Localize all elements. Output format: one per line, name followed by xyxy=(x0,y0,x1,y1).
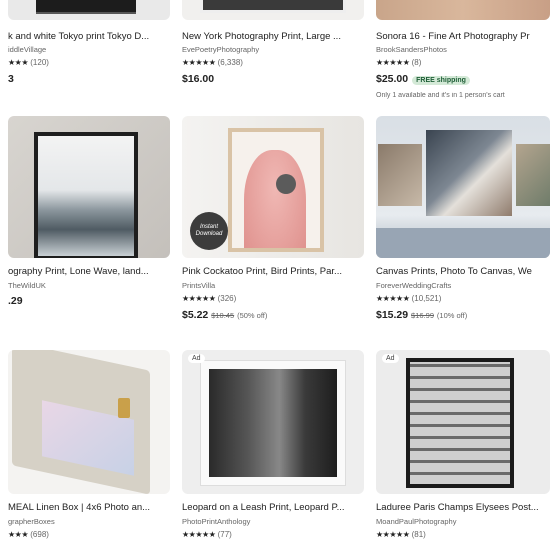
sofa xyxy=(376,228,550,258)
listing-image[interactable] xyxy=(8,0,170,20)
review-count: (8) xyxy=(411,58,422,67)
listing-image[interactable] xyxy=(182,350,364,494)
discount: (10% off) xyxy=(436,311,468,320)
original-price: $16.99 xyxy=(411,311,434,320)
bird-eye xyxy=(276,174,296,194)
review-count: (120) xyxy=(30,58,49,67)
review-count: (326) xyxy=(217,294,237,303)
rating: ★★★★★ (326) xyxy=(182,294,364,303)
discount: (50% off) xyxy=(237,311,268,320)
print-frame xyxy=(406,358,514,488)
sale-price: $5.22 xyxy=(182,309,209,321)
canvas-center xyxy=(426,130,512,216)
stars-icon: ★★★★★ xyxy=(182,294,216,303)
listing-image[interactable] xyxy=(376,116,550,258)
price: $5.22 $10.45 (50% off) xyxy=(182,309,364,321)
review-count: (10,521) xyxy=(411,294,442,303)
instant-download-sticker: Instant Download xyxy=(190,212,228,250)
ad-badge: Ad xyxy=(188,354,205,363)
usb-drive xyxy=(118,398,130,418)
listing-image[interactable] xyxy=(376,0,550,20)
ad-badge: Ad xyxy=(382,354,399,363)
shop-name[interactable]: TheWildUK xyxy=(8,281,170,290)
listing-title[interactable]: Leopard on a Leash Print, Leopard P... xyxy=(182,502,364,513)
listing-title[interactable]: ography Print, Lone Wave, land... xyxy=(8,266,172,277)
price: .29 xyxy=(8,295,23,307)
stars-icon: ★★★ xyxy=(8,58,29,67)
shop-name[interactable]: BrookSandersPhotos xyxy=(376,45,550,54)
free-shipping-badge: FREE shipping xyxy=(412,76,470,85)
review-count: (6,338) xyxy=(217,58,243,67)
listing-image[interactable] xyxy=(376,350,550,494)
stars-icon: ★★★★★ xyxy=(376,530,410,539)
rating: ★★★★★ (77) xyxy=(182,530,364,539)
stars-icon: ★★★★★ xyxy=(182,58,216,67)
listing-title[interactable]: k and white Tokyo print Tokyo D... xyxy=(8,31,172,42)
price-value: $25.00 xyxy=(376,73,409,85)
print-frame xyxy=(200,360,346,486)
shop-name[interactable]: ForeverWeddingCrafts xyxy=(376,281,550,290)
shop-name[interactable]: EvePoetryPhotography xyxy=(182,45,364,54)
rating: ★★★★★ (10,521) xyxy=(376,294,550,303)
shop-name[interactable]: MoandPaulPhotography xyxy=(376,517,550,526)
print-frame xyxy=(34,132,138,258)
listing-title[interactable]: MEAL Linen Box | 4x6 Photo an... xyxy=(8,502,172,513)
review-count: (698) xyxy=(30,530,49,539)
price: $25.00 FREE shipping xyxy=(376,73,550,85)
listing-title[interactable]: Sonora 16 - Fine Art Photography Pr xyxy=(376,31,550,42)
bird-body xyxy=(244,150,306,248)
stars-icon: ★★★★★ xyxy=(376,294,410,303)
rating: ★★★ (120) xyxy=(8,58,170,67)
stars-icon: ★★★★★ xyxy=(376,58,410,67)
availability-note: Only 1 available and it's in 1 person's … xyxy=(376,92,505,99)
rating: ★★★★★ (81) xyxy=(376,530,550,539)
stars-icon: ★★★ xyxy=(8,530,29,539)
price: 3 xyxy=(8,73,14,85)
sale-price: $15.29 xyxy=(376,309,409,321)
shop-name[interactable]: PhotoPrintAnthology xyxy=(182,517,364,526)
paris-building-photo xyxy=(410,362,510,484)
shop-name[interactable]: iddleVillage xyxy=(8,45,170,54)
listing-image[interactable] xyxy=(182,0,364,20)
rating: ★★★ (698) xyxy=(8,530,170,539)
canvas-left xyxy=(378,144,422,206)
listing-title[interactable]: Pink Cockatoo Print, Bird Prints, Par... xyxy=(182,266,364,277)
stars-icon: ★★★★★ xyxy=(182,530,216,539)
listing-image[interactable] xyxy=(8,116,170,258)
listing-title[interactable]: Canvas Prints, Photo To Canvas, We xyxy=(376,266,550,277)
price: $16.00 xyxy=(182,73,215,85)
listing-image[interactable] xyxy=(8,350,170,494)
review-count: (77) xyxy=(217,530,232,539)
print-frame xyxy=(228,128,324,252)
shop-name[interactable]: PrintsVilla xyxy=(182,281,364,290)
print-frame xyxy=(36,0,136,14)
listing-title[interactable]: Laduree Paris Champs Elysees Post... xyxy=(376,502,550,513)
review-count: (81) xyxy=(411,530,426,539)
rating: ★★★★★ (6,338) xyxy=(182,58,364,67)
listing-title[interactable]: New York Photography Print, Large ... xyxy=(182,31,364,42)
print-frame xyxy=(200,0,346,13)
shop-name[interactable]: grapherBoxes xyxy=(8,517,170,526)
rating: ★★★★★ (8) xyxy=(376,58,550,67)
listing-image[interactable]: Instant Download xyxy=(182,116,364,258)
wave-photo xyxy=(38,136,134,256)
price: $15.29 $16.99 (10% off) xyxy=(376,309,550,321)
original-price: $10.45 xyxy=(211,311,235,320)
cockatoo-photo xyxy=(232,132,320,248)
leopard-photo xyxy=(209,369,337,477)
canvas-right xyxy=(516,144,550,206)
